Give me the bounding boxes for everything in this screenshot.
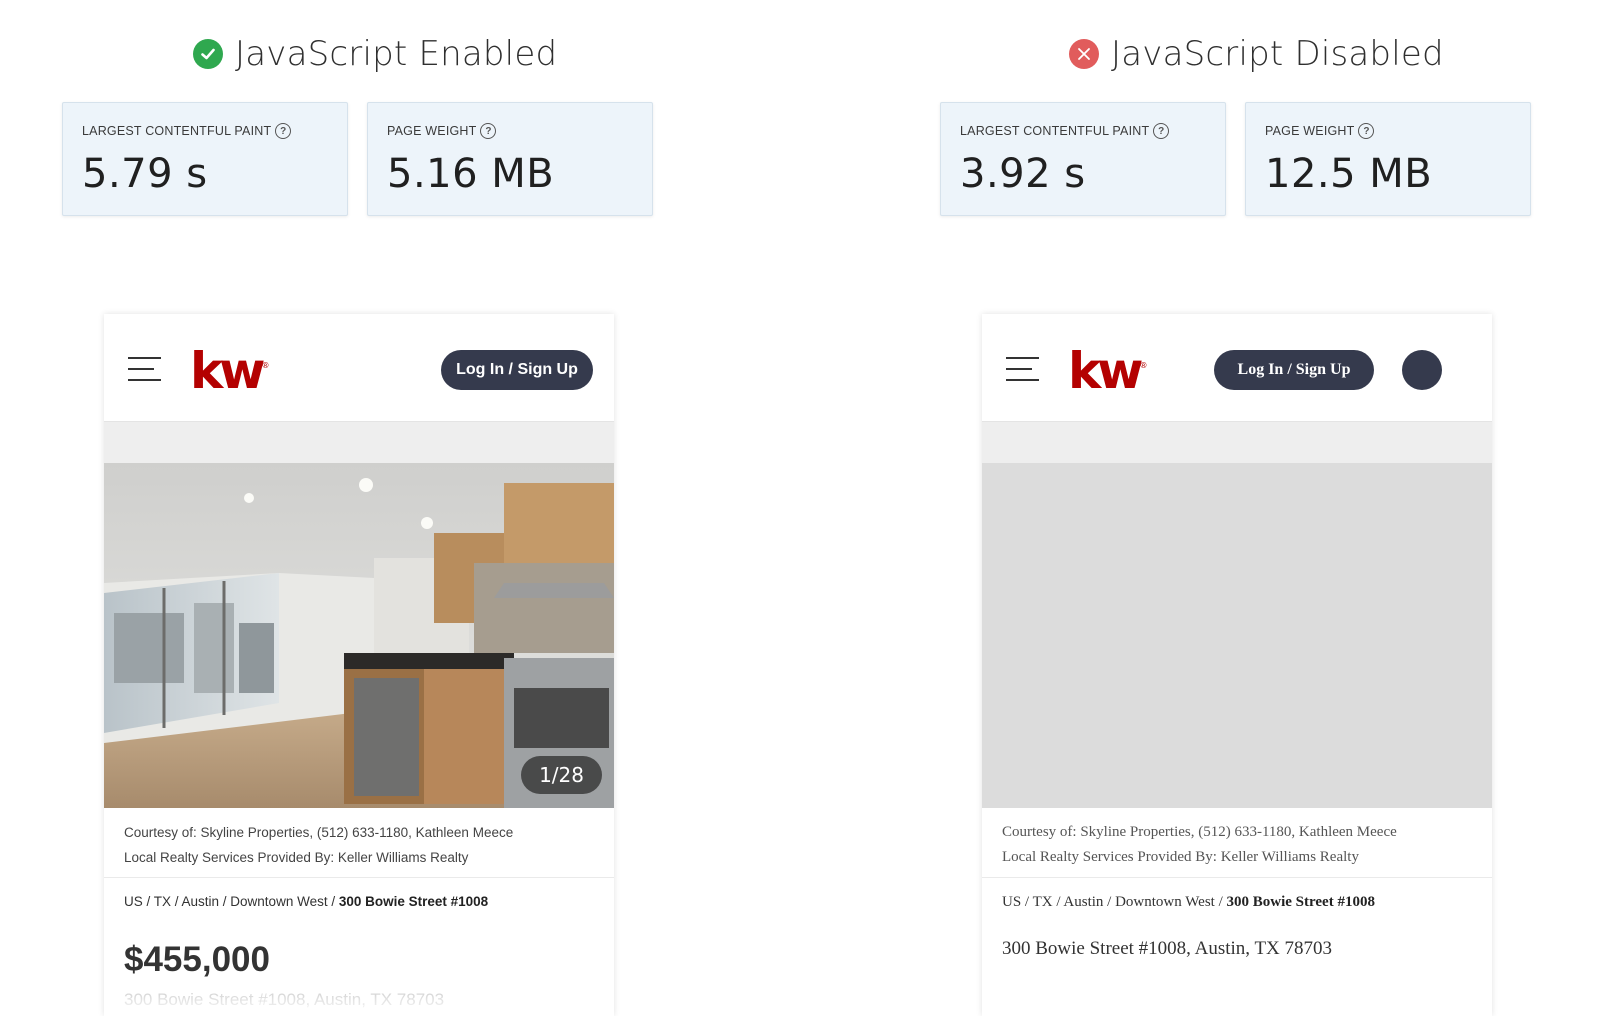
- page-weight-metric-card: PAGE WEIGHT ? 12.5 MB: [1245, 102, 1531, 216]
- avatar[interactable]: [1402, 350, 1442, 390]
- listing-courtesy: Courtesy of: Skyline Properties, (512) 6…: [104, 808, 614, 878]
- listing-address: 300 Bowie Street #1008, Austin, TX 78703: [1002, 938, 1333, 959]
- panel-heading: JavaScript Enabled: [193, 30, 557, 78]
- breadcrumb: US / TX / Austin / Downtown West / 300 B…: [124, 894, 488, 909]
- listing-photo[interactable]: 1/28: [104, 463, 614, 808]
- lcp-metric-card: LARGEST CONTENTFUL PAINT ? 3.92 s: [940, 102, 1226, 216]
- page-weight-label: PAGE WEIGHT: [387, 124, 477, 138]
- menu-icon[interactable]: [128, 357, 161, 383]
- x-circle-icon: [1069, 39, 1099, 69]
- js-enabled-panel: JavaScript Enabled LARGEST CONTENTFUL PA…: [0, 0, 800, 1016]
- lcp-value: 3.92 s: [960, 151, 1086, 197]
- page-weight-value: 12.5 MB: [1265, 151, 1433, 197]
- phone-screenshot: kw® Log In / Sign Up Courtesy of: Skylin…: [982, 314, 1492, 1016]
- lcp-value: 5.79 s: [82, 151, 208, 197]
- kw-logo[interactable]: kw®: [1068, 342, 1147, 400]
- menu-icon[interactable]: [1006, 357, 1039, 383]
- lcp-label: LARGEST CONTENTFUL PAINT: [82, 124, 272, 138]
- metric-label: PAGE WEIGHT ?: [1265, 123, 1375, 139]
- listing-photo-placeholder: [982, 463, 1492, 808]
- help-icon[interactable]: ?: [1153, 123, 1170, 139]
- photo-counter: 1/28: [521, 756, 602, 794]
- lcp-label: LARGEST CONTENTFUL PAINT: [960, 124, 1150, 138]
- js-disabled-panel: JavaScript Disabled LARGEST CONTENTFUL P…: [860, 0, 1600, 1016]
- metric-label: LARGEST CONTENTFUL PAINT ?: [82, 123, 292, 139]
- breadcrumb-path[interactable]: US / TX / Austin / Downtown West /: [1002, 894, 1227, 910]
- help-icon[interactable]: ?: [480, 123, 497, 139]
- login-signup-button[interactable]: Log In / Sign Up: [1214, 350, 1374, 390]
- courtesy-line: Courtesy of: Skyline Properties, (512) 6…: [124, 825, 514, 840]
- panel-heading: JavaScript Disabled: [1069, 30, 1444, 78]
- help-icon[interactable]: ?: [275, 123, 292, 139]
- page-weight-metric-card: PAGE WEIGHT ? 5.16 MB: [367, 102, 653, 216]
- courtesy-line: Local Realty Services Provided By: Kelle…: [1002, 849, 1359, 865]
- page-weight-value: 5.16 MB: [387, 151, 555, 197]
- check-circle-icon: [193, 39, 223, 69]
- kw-logo[interactable]: kw®: [190, 342, 269, 400]
- panel-title: JavaScript Disabled: [1111, 34, 1444, 74]
- listing-price: $455,000: [124, 940, 270, 979]
- help-icon[interactable]: ?: [1358, 123, 1375, 139]
- listing-courtesy: Courtesy of: Skyline Properties, (512) 6…: [982, 808, 1492, 878]
- spacer-bar: [982, 422, 1492, 463]
- breadcrumb-current: 300 Bowie Street #1008: [338, 894, 489, 909]
- courtesy-line: Courtesy of: Skyline Properties, (512) 6…: [1002, 824, 1397, 840]
- listing-address: 300 Bowie Street #1008, Austin, TX 78703: [124, 990, 445, 1009]
- site-header: kw® Log In / Sign Up: [104, 314, 614, 422]
- login-signup-button[interactable]: Log In / Sign Up: [441, 350, 593, 390]
- lcp-metric-card: LARGEST CONTENTFUL PAINT ? 5.79 s: [62, 102, 348, 216]
- courtesy-line: Local Realty Services Provided By: Kelle…: [124, 850, 469, 865]
- phone-screenshot: kw® Log In / Sign Up 1/28 Courtesy of: S…: [104, 314, 614, 1016]
- breadcrumb-path[interactable]: US / TX / Austin / Downtown West /: [124, 894, 339, 909]
- panel-title: JavaScript Enabled: [235, 34, 558, 74]
- site-header: kw® Log In / Sign Up: [982, 314, 1492, 422]
- metric-label: PAGE WEIGHT ?: [387, 123, 497, 139]
- page-weight-label: PAGE WEIGHT: [1265, 124, 1355, 138]
- spacer-bar: [104, 422, 614, 463]
- breadcrumb-current: 300 Bowie Street #1008: [1226, 894, 1375, 910]
- breadcrumb: US / TX / Austin / Downtown West / 300 B…: [1002, 894, 1375, 911]
- metric-label: LARGEST CONTENTFUL PAINT ?: [960, 123, 1170, 139]
